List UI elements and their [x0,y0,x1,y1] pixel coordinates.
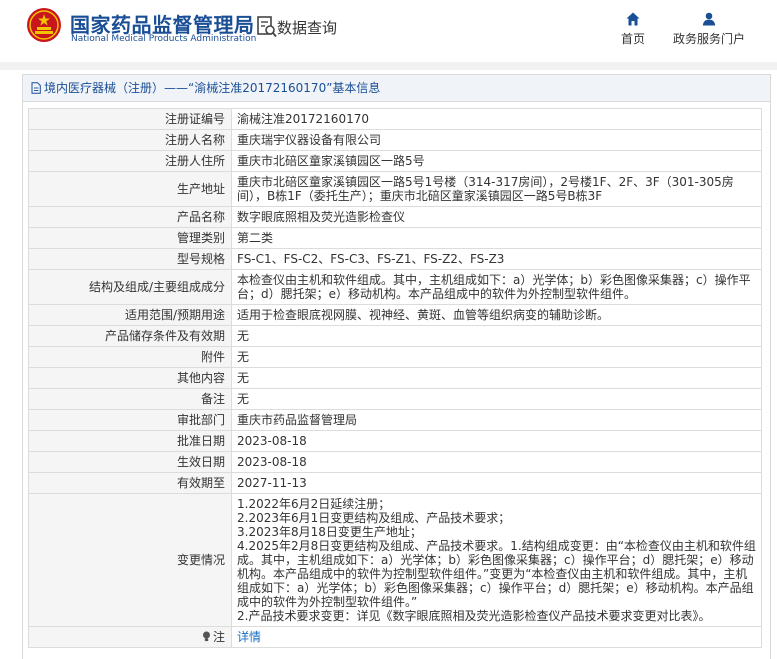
field-value: 重庆市北碚区童家溪镇园区一路5号 [231,150,762,172]
field-value: 无 [231,367,762,389]
field-value: 重庆瑞宇仪器设备有限公司 [231,129,762,151]
field-label: 生效日期 [28,451,232,473]
nav-home[interactable]: 首页 [603,12,663,47]
field-label: 附件 [28,346,232,368]
table-row: 产品名称 数字眼底照相及荧光造影检查仪 [28,206,762,228]
nav-service-portal[interactable]: 政务服务门户 [670,12,748,47]
field-label: 结构及组成/主要组成成分 [28,269,232,305]
field-label: 生产地址 [28,171,232,207]
lightbulb-icon [202,631,210,642]
table-row: 适用范围/预期用途 适用于检查眼底视网膜、视神经、黄斑、血管等组织病变的辅助诊断。 [28,304,762,326]
field-label: 备注 [28,388,232,410]
field-value: 重庆市药品监督管理局 [231,409,762,431]
details-link[interactable]: 详情 [237,630,261,644]
field-value: 2027-11-13 [231,472,762,494]
change-line: 4.2025年2月8日变更结构及组成、产品技术要求。1.结构组成变更：由“本检查… [237,539,756,609]
field-label: 产品储存条件及有效期 [28,325,232,347]
table-row: 注册人名称 重庆瑞宇仪器设备有限公司 [28,129,762,151]
field-label: 其他内容 [28,367,232,389]
field-value: 无 [231,388,762,410]
field-label: 注册证编号 [28,108,232,130]
field-value: 重庆市北碚区童家溪镇园区一路5号1号楼（314-317房间），2号楼1F、2F、… [231,171,762,207]
field-value: 无 [231,325,762,347]
change-line: 3.2023年8月18日变更生产地址； [237,525,422,539]
document-icon [31,81,41,94]
table-row: 生效日期 2023-08-18 [28,451,762,473]
field-value: FS-C1、FS-C2、FS-C3、FS-Z1、FS-Z2、FS-Z3 [231,248,762,270]
header-divider [0,62,777,70]
table-row: 其他内容无 [28,367,762,389]
panel-title: 境内医疗器械（注册）——“渝械注准20172160170”基本信息 [44,81,381,95]
table-row: 管理类别 第二类 [28,227,762,249]
table-row-change: 变更情况 1.2022年6月2日延续注册； 2.2023年6月1日变更结构及组成、产… [28,493,762,627]
table-row: 型号规格 FS-C1、FS-C2、FS-C3、FS-Z1、FS-Z2、FS-Z3 [28,248,762,270]
note-label: 注 [212,630,225,644]
field-value: 无 [231,346,762,368]
table-row-note: 注详情 [28,626,762,648]
field-label: 适用范围/预期用途 [28,304,232,326]
field-label: 产品名称 [28,206,232,228]
field-label: 注册人名称 [28,129,232,151]
field-value: 渝械注准20172160170 [231,108,762,130]
field-value: 本检查仪由主机和软件组成。其中，主机组成如下：a）光学体；b）彩色图像采集器；c… [231,269,762,305]
field-value: 2023-08-18 [231,430,762,452]
change-line: 2.产品技术要求变更：详见《数字眼底照相及荧光造影检查仪产品技术要求变更对比表》… [237,609,711,623]
note-value: 详情 [231,626,762,648]
table-row: 产品储存条件及有效期无 [28,325,762,347]
field-label: 审批部门 [28,409,232,431]
device-info-rows: 注册证编号 渝械注准20172160170 注册人名称 重庆瑞宇仪器设备有限公司 注册人… [28,108,762,648]
field-label: 型号规格 [28,248,232,270]
field-value: 2023-08-18 [231,451,762,473]
nav-portal-label: 政务服务门户 [672,32,745,46]
detail-panel: 境内医疗器械（注册）——“渝械注准20172160170”基本信息 注册证编号渝… [22,74,771,659]
field-label: 管理类别 [28,227,232,249]
data-query-icon[interactable] [257,16,277,38]
field-label: 有效期至 [28,472,232,494]
data-query-label[interactable]: 数据查询 [277,17,337,38]
table-row: 注册人住所 重庆市北碚区童家溪镇园区一路5号 [28,150,762,172]
table-row: 批准日期 2023-08-18 [28,430,762,452]
panel-header: 境内医疗器械（注册）——“渝械注准20172160170”基本信息 [23,75,770,102]
table-row: 审批部门 重庆市药品监督管理局 [28,409,762,431]
table-row: 生产地址 重庆市北碚区童家溪镇园区一路5号1号楼（314-317房间），2号楼1F… [28,171,762,207]
national-emblem-icon[interactable] [26,7,62,43]
change-line: 2.2023年6月1日变更结构及组成、产品技术要求； [237,511,511,525]
home-icon [626,12,640,26]
note-label-cell: 注 [28,626,232,648]
site-header: 国家药品监督管理局 National Medical Products Admi… [0,0,777,62]
device-info-table: 注册证编号 渝械注准20172160170 注册人名称 重庆瑞宇仪器设备有限公司 注册人… [28,108,762,648]
field-value: 适用于检查眼底视网膜、视神经、黄斑、血管等组织病变的辅助诊断。 [231,304,762,326]
change-history: 1.2022年6月2日延续注册； 2.2023年6月1日变更结构及组成、产品技术要… [231,493,762,627]
user-icon [702,12,716,26]
field-value: 第二类 [231,227,762,249]
nav-home-label: 首页 [620,32,645,46]
table-row: 结构及组成/主要组成成分 本检查仪由主机和软件组成。其中，主机组成如下：a）光学体… [28,269,762,305]
change-label: 变更情况 [28,493,232,627]
table-row: 附件无 [28,346,762,368]
table-row: 有效期至 2027-11-13 [28,472,762,494]
change-line: 1.2022年6月2日延续注册； [237,497,391,511]
site-subtitle: National Medical Products Administration [71,34,257,44]
table-row: 备注无 [28,388,762,410]
field-label: 批准日期 [28,430,232,452]
field-label: 注册人住所 [28,150,232,172]
field-value: 数字眼底照相及荧光造影检查仪 [231,206,762,228]
table-row: 注册证编号 渝械注准20172160170 [28,108,762,130]
